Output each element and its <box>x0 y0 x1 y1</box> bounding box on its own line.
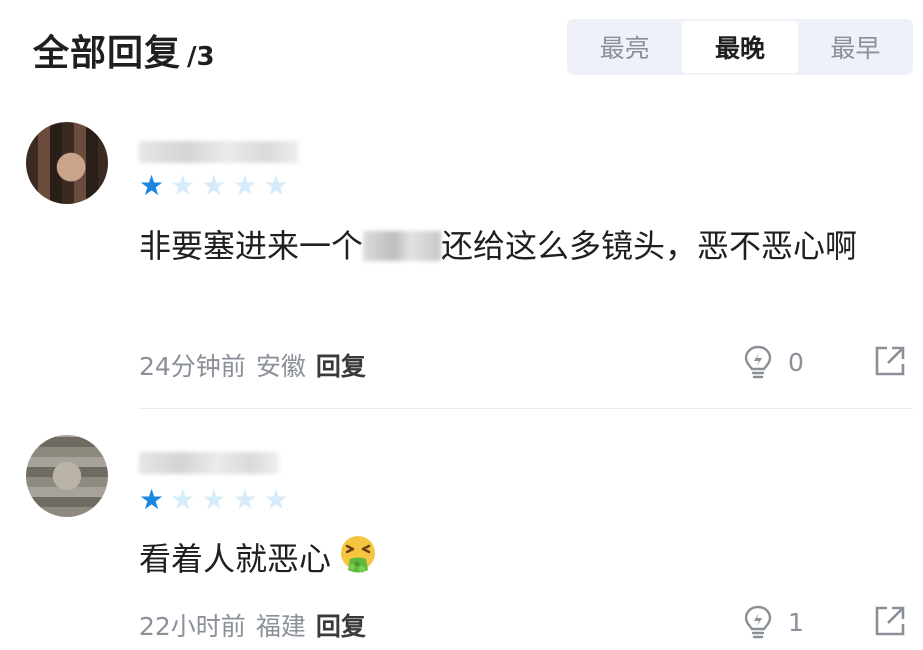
lightbulb-icon <box>744 345 772 379</box>
reply-count: /3 <box>187 42 215 72</box>
comment-divider <box>139 408 913 409</box>
censored-mosaic <box>363 231 442 261</box>
lightbulb-icon <box>744 605 772 639</box>
comments-header: 全部回复 /3 最亮 最晚 最早 <box>0 0 923 100</box>
star-filled-icon: ★ <box>139 483 165 516</box>
reply-button[interactable]: 回复 <box>316 607 366 643</box>
star-empty-icon: ★ <box>232 483 258 516</box>
comment-text-part: 看着人就恶心 <box>139 540 332 578</box>
nauseated-face-icon <box>341 536 376 573</box>
star-empty-icon: ★ <box>263 169 289 202</box>
star-empty-icon: ★ <box>201 169 227 202</box>
comment-time: 24分钟前 <box>139 352 246 381</box>
share-icon[interactable] <box>873 604 907 638</box>
star-filled-icon: ★ <box>139 169 165 202</box>
comment-text-part: 非要塞进来一个 <box>139 227 364 265</box>
avatar[interactable] <box>26 122 108 204</box>
comment-text: 看着人就恶心 <box>139 532 909 586</box>
all-replies-title: 全部回复 <box>33 33 182 74</box>
comment-text: 非要塞进来一个 还给这么多镜头，恶不恶心啊 <box>139 219 909 273</box>
star-rating: ★ ★ ★ ★ ★ <box>139 172 289 200</box>
like-count: 0 <box>788 347 804 377</box>
avatar[interactable] <box>26 435 108 517</box>
comment-time: 22小时前 <box>139 612 246 641</box>
comment-meta: 24分钟前 安徽 回复 <box>139 347 366 383</box>
like-button[interactable]: 0 <box>742 344 804 380</box>
sort-tab-hottest[interactable]: 最亮 <box>567 19 682 75</box>
star-empty-icon: ★ <box>170 483 196 516</box>
username-blurred[interactable] <box>139 452 279 474</box>
username-blurred[interactable] <box>139 141 299 163</box>
star-rating: ★ ★ ★ ★ ★ <box>139 486 289 514</box>
like-button[interactable]: 1 <box>742 604 804 640</box>
comment-location: 福建 <box>255 612 306 641</box>
section-title: 全部回复 /3 <box>33 24 215 76</box>
like-count: 1 <box>788 607 804 637</box>
sort-tab-latest[interactable]: 最晚 <box>682 21 798 73</box>
comment-location: 安徽 <box>255 352 306 381</box>
comment-meta: 22小时前 福建 回复 <box>139 607 366 643</box>
sort-switcher: 最亮 最晚 最早 <box>567 19 913 75</box>
star-empty-icon: ★ <box>232 169 258 202</box>
reply-button[interactable]: 回复 <box>316 347 366 383</box>
sort-tab-earliest[interactable]: 最早 <box>798 19 913 75</box>
comment-text-part: 还给这么多镜头，恶不恶心啊 <box>441 227 858 265</box>
star-empty-icon: ★ <box>263 483 289 516</box>
star-empty-icon: ★ <box>170 169 196 202</box>
star-empty-icon: ★ <box>201 483 227 516</box>
share-icon[interactable] <box>873 344 907 378</box>
